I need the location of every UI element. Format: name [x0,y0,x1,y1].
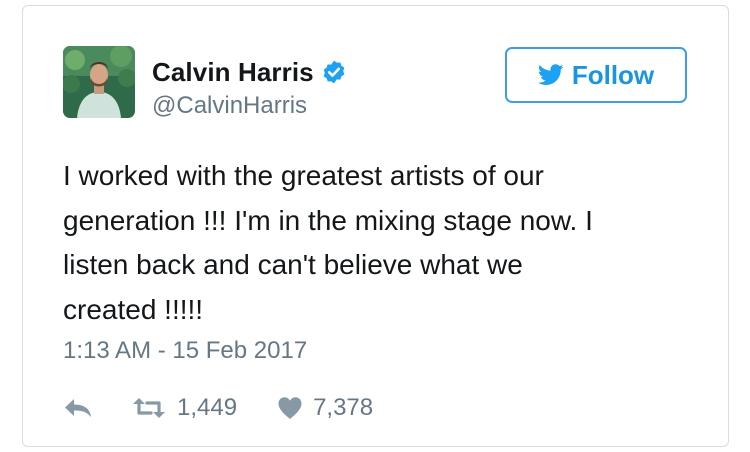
like-button[interactable]: 7,378 [277,394,373,422]
tweet-card: Calvin Harris @CalvinHarris Follow I wor… [22,5,729,447]
retweet-count: 1,449 [177,394,238,421]
tweet-text-line: generation !!! I'm in the mixing stage n… [63,204,593,236]
reply-button[interactable] [63,396,93,420]
retweet-button[interactable]: 1,449 [131,394,237,422]
twitter-bird-icon [537,64,564,85]
heart-icon [278,397,302,419]
follow-button-label: Follow [571,59,655,90]
tweet-text: I worked with the greatest artists of ou… [63,154,663,332]
tweet-timestamp[interactable]: 1:13 AM - 15 Feb 2017 [63,337,307,365]
avatar[interactable] [63,46,135,118]
avatar-image [63,46,135,118]
tweet-text-line: listen back and can't believe what we [63,249,523,280]
user-handle[interactable]: @CalvinHarris [152,92,307,120]
display-name[interactable]: Calvin Harris [152,57,314,88]
tweet-text-line: created !!!!! [63,293,204,325]
tweet-text-line: I worked with the greatest artists of ou… [63,160,544,191]
retweet-icon [133,398,165,418]
reply-arrow-icon [65,399,91,417]
follow-button[interactable]: Follow [505,47,687,103]
user-name-row: Calvin Harris [152,56,347,88]
like-count: 7,378 [313,394,374,421]
verified-badge-icon [321,59,347,85]
tweet-actions: 1,449 7,378 [63,391,373,425]
